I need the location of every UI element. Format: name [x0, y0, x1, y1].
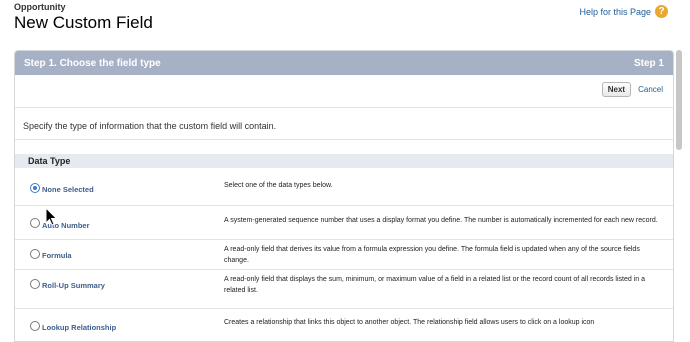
- data-type-row-lookup-relationship: Lookup Relationship Creates a relationsh…: [15, 309, 673, 341]
- section-header-data-type: Data Type: [15, 154, 673, 168]
- radio-none-selected[interactable]: [30, 183, 40, 193]
- radio-roll-up-summary[interactable]: [30, 279, 40, 289]
- divider: [15, 107, 673, 108]
- data-type-label[interactable]: Roll-Up Summary: [42, 281, 105, 290]
- page-header: Opportunity New Custom Field: [14, 2, 153, 33]
- help-link[interactable]: Help for this Page: [579, 7, 651, 17]
- radio-auto-number[interactable]: [30, 218, 40, 228]
- divider: [15, 139, 673, 140]
- instructions-text: Specify the type of information that the…: [23, 121, 277, 131]
- data-type-label[interactable]: None Selected: [42, 185, 94, 194]
- cancel-link[interactable]: Cancel: [638, 85, 663, 94]
- mouse-cursor-icon: [45, 207, 58, 226]
- step-title: Step 1. Choose the field type: [24, 57, 161, 69]
- data-type-description: A system-generated sequence number that …: [224, 217, 658, 224]
- help-area: Help for this Page ?: [579, 5, 668, 18]
- radio-formula[interactable]: [30, 249, 40, 259]
- data-type-row-roll-up-summary: Roll-Up Summary A read-only field that d…: [15, 270, 673, 309]
- data-type-description: Creates a relationship that links this o…: [224, 319, 595, 326]
- scrollbar[interactable]: [676, 50, 682, 150]
- object-name: Opportunity: [14, 2, 66, 12]
- step-indicator: Step 1: [633, 57, 664, 69]
- data-type-row-none-selected: None Selected Select one of the data typ…: [15, 168, 673, 206]
- step-panel: Step 1. Choose the field type Step 1 Nex…: [14, 50, 674, 342]
- help-icon[interactable]: ?: [655, 5, 668, 18]
- data-type-label[interactable]: Formula: [42, 251, 72, 260]
- button-row: Next Cancel: [601, 82, 663, 97]
- data-type-row-formula: Formula A read-only field that derives i…: [15, 240, 673, 270]
- data-type-description: Select one of the data types below.: [224, 182, 333, 189]
- data-type-row-auto-number: Auto Number A system-generated sequence …: [15, 206, 673, 240]
- page-title: New Custom Field: [14, 13, 153, 32]
- data-type-label[interactable]: Lookup Relationship: [42, 323, 116, 332]
- data-type-description: A read-only field that displays the sum,…: [224, 276, 645, 294]
- step-bar: Step 1. Choose the field type Step 1: [15, 51, 673, 75]
- data-type-description: A read-only field that derives its value…: [224, 246, 640, 264]
- next-button[interactable]: Next: [601, 82, 632, 97]
